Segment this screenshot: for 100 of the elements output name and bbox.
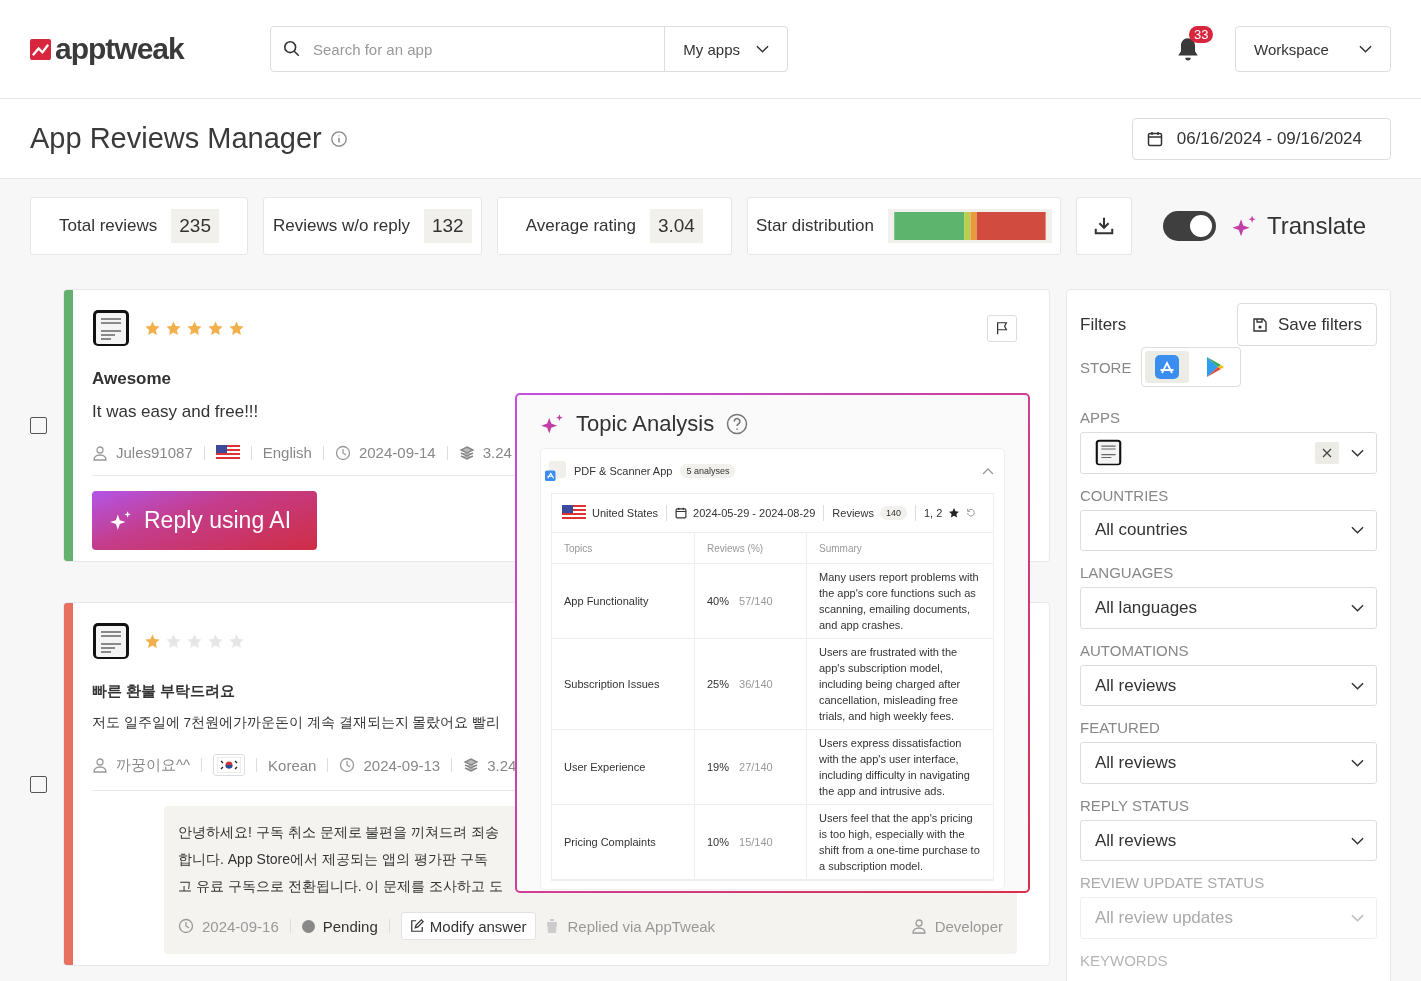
panel-title: Topic Analysis — [576, 411, 715, 437]
modify-answer-button[interactable]: Modify answer — [400, 912, 536, 940]
star-icon — [144, 632, 161, 650]
logo-icon[interactable] — [30, 38, 51, 60]
caret-icon — [1359, 45, 1372, 53]
caret-icon — [1351, 526, 1364, 535]
user-icon — [92, 444, 108, 461]
stat-value: 132 — [423, 209, 472, 243]
topic-summary: Users feel that the app's pricing is too high, especially with the shift from a one-time purchase to a subscription model. — [819, 812, 980, 872]
app-store-icon — [545, 460, 566, 482]
review-date: 2024-09-13 — [363, 756, 441, 774]
reply-ai-button[interactable]: Reply using AI — [92, 491, 318, 550]
author-name: 까꿍이요^^ — [116, 755, 191, 775]
app-version: 3.24 — [482, 444, 512, 461]
report-button[interactable] — [987, 314, 1017, 342]
topic-percent: 40% — [707, 595, 730, 607]
topic-percent: 10% — [707, 836, 730, 848]
clear-button[interactable] — [1315, 441, 1339, 464]
topic-summary: Many users report problems with the app's core functions such as scanning, emailing documents, and app crashes. — [819, 571, 979, 631]
star-icon — [228, 319, 245, 337]
filter-select[interactable]: All reviews — [1080, 742, 1377, 784]
filter-select[interactable]: All reviews — [1080, 664, 1377, 707]
app-name: PDF & Scanner App — [574, 465, 673, 477]
notification-count: 33 — [1189, 26, 1214, 43]
filter-select[interactable]: All languages — [1080, 587, 1377, 629]
filter-label: AUTOMATIONS — [1080, 641, 1190, 659]
stat-label: Average rating — [525, 216, 636, 236]
reviews-count: 140 — [879, 506, 907, 520]
stat-label: Star distribution — [755, 216, 875, 236]
review-language: English — [262, 444, 312, 461]
star-icon — [165, 319, 182, 337]
flag-icon — [215, 444, 240, 461]
topic-percent: 25% — [707, 678, 730, 690]
review-title: Awesome — [92, 369, 172, 389]
flag-icon — [213, 754, 246, 776]
workspace-dropdown[interactable]: Workspace — [1235, 26, 1391, 72]
date-range-button[interactable]: 06/16/2024 - 09/16/2024 — [1131, 117, 1391, 160]
review-checkbox[interactable] — [30, 417, 47, 434]
star-icon — [144, 319, 161, 337]
clock-icon — [334, 444, 351, 461]
topic-summary: Users express dissatisfaction with the app's user interface, including difficulty in navigating the app and intrusive ads. — [819, 737, 970, 797]
rating-filter: 1, 2 — [923, 507, 943, 519]
star-icon — [207, 632, 224, 650]
reply-status: Pending — [322, 917, 378, 935]
search-field[interactable]: Search for an app My apps — [270, 26, 788, 72]
filter-label: LANGUAGES — [1080, 564, 1175, 582]
caret-icon — [1351, 448, 1364, 457]
download-button[interactable] — [1075, 197, 1132, 255]
review-checkbox[interactable] — [30, 775, 47, 793]
close-icon — [1322, 447, 1332, 458]
clock-icon — [339, 757, 356, 773]
analysis-date-range: 2024-05-29 - 2024-08-29 — [693, 507, 816, 519]
stat-value: 235 — [171, 209, 219, 243]
save-filters-button[interactable]: Save filters — [1236, 303, 1377, 346]
flag-icon — [995, 321, 1009, 335]
layers-icon — [458, 444, 475, 461]
review-text: It was easy and free!!! — [92, 402, 259, 422]
column-header: Reviews (%) — [707, 542, 764, 554]
help-icon[interactable] — [726, 413, 749, 435]
status-dot — [301, 919, 315, 933]
my-apps-dropdown[interactable]: My apps — [664, 27, 787, 71]
stat-value: 3.04 — [649, 209, 703, 243]
filter-select[interactable]: All countries — [1080, 509, 1377, 552]
user-icon — [92, 757, 108, 773]
filter-label: STORE — [1080, 358, 1132, 376]
filters-title: Filters — [1080, 314, 1127, 335]
review-date: 2024-09-14 — [358, 444, 436, 461]
filter-select[interactable]: All reviews — [1080, 819, 1377, 862]
stat-label: Reviews w/o reply — [272, 216, 410, 236]
layers-icon — [463, 757, 480, 773]
info-icon[interactable] — [329, 129, 348, 148]
reviews-label: Reviews — [832, 507, 874, 519]
star-icon — [228, 632, 245, 650]
translate-label: Translate — [1266, 212, 1367, 240]
reply-date: 2024-09-16 — [202, 917, 279, 935]
star-icon — [186, 632, 203, 650]
store-option[interactable] — [1145, 351, 1190, 383]
topic-summary: Users are frustrated with the app's subscription model, including being charged after cancellation, misleading free trials, and high weekly fees. — [819, 646, 961, 722]
user-icon — [910, 918, 927, 934]
translate-toggle[interactable] — [1162, 211, 1216, 241]
review-title: 빠른 환불 부탁드려요 — [92, 682, 236, 701]
search-icon — [283, 40, 301, 58]
topic-count: 27/140 — [739, 761, 773, 773]
topic-name: User Experience — [564, 761, 646, 773]
topic-count: 57/140 — [739, 595, 773, 607]
caret-icon — [756, 45, 769, 53]
analyses-count: 5 analyses — [680, 464, 736, 478]
flag-icon — [562, 505, 586, 521]
country-name: United States — [592, 507, 659, 519]
app-version: 3.24 — [487, 756, 517, 774]
star-icon — [165, 632, 182, 650]
calendar-icon — [1146, 130, 1163, 147]
star-icon — [207, 319, 224, 337]
topic-count: 15/140 — [739, 836, 773, 848]
topic-name: Subscription Issues — [564, 678, 660, 690]
review-text: 저도 일주일에 7천원에가까운돈이 계속 결재되는지 몰랐어요 빨리 — [92, 714, 500, 732]
caret-icon — [1351, 836, 1364, 845]
download-icon — [1092, 215, 1115, 237]
logo-text[interactable]: apptweak — [55, 32, 184, 66]
reply-text: 안녕하세요! 구독 취소 문제로 불편을 끼쳐드려 죄송 합니다. App Store에서 제공되는 앱의 평가판 구독 고 유료 구독으로 전환됩니다. 이 문제를 조사하고 도 — [178, 823, 504, 896]
